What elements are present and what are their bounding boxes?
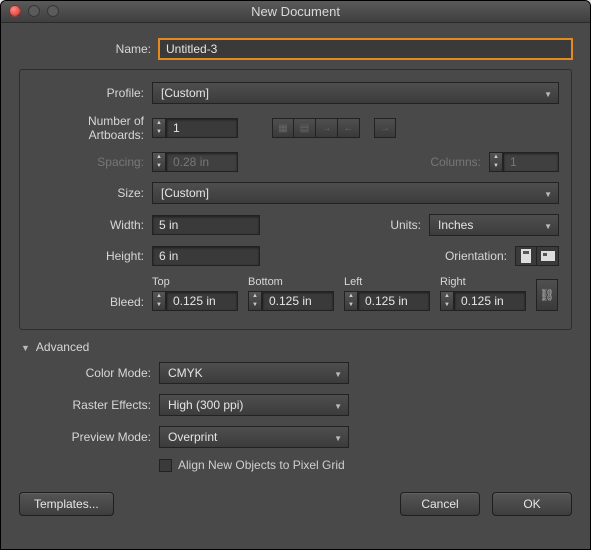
orientation-label: Orientation: xyxy=(445,249,515,263)
units-label: Units: xyxy=(390,218,429,232)
new-document-dialog: New Document Name: Profile: [Custom] Num… xyxy=(0,0,591,550)
chevron-down-icon xyxy=(334,366,342,380)
close-icon[interactable] xyxy=(9,5,21,17)
ok-button[interactable]: OK xyxy=(492,492,572,516)
bleed-left-input[interactable] xyxy=(358,291,430,311)
align-pixel-grid-checkbox[interactable]: Align New Objects to Pixel Grid xyxy=(159,458,345,472)
columns-label: Columns: xyxy=(430,155,489,169)
spacing-stepper: ▲▼ xyxy=(152,152,166,172)
bleed-right-input[interactable] xyxy=(454,291,526,311)
preview-mode-select[interactable]: Overprint xyxy=(159,426,349,448)
size-label: Size: xyxy=(32,186,152,200)
window-title: New Document xyxy=(251,4,340,19)
cancel-button[interactable]: Cancel xyxy=(400,492,480,516)
row-ltr-icon: → xyxy=(316,118,338,138)
titlebar: New Document xyxy=(1,1,590,23)
align-pixel-grid-label: Align New Objects to Pixel Grid xyxy=(178,458,345,472)
orientation-portrait-button[interactable] xyxy=(515,246,537,266)
height-input[interactable] xyxy=(152,246,260,266)
profile-value: [Custom] xyxy=(161,86,209,100)
bleed-left-label: Left xyxy=(344,276,430,288)
templates-button[interactable]: Templates... xyxy=(19,492,114,516)
raster-effects-select[interactable]: High (300 ppi) xyxy=(159,394,349,416)
name-input[interactable] xyxy=(159,39,572,59)
minimize-icon xyxy=(28,5,40,17)
profile-label: Profile: xyxy=(32,86,152,100)
chevron-down-icon xyxy=(544,218,552,232)
arrange-rtl-icon: → xyxy=(374,118,396,138)
bleed-left-stepper[interactable]: ▲▼ xyxy=(344,291,358,311)
width-input[interactable] xyxy=(152,215,260,235)
zoom-icon xyxy=(47,5,59,17)
bleed-top-label: Top xyxy=(152,276,238,288)
triangle-down-icon xyxy=(21,340,30,354)
color-mode-label: Color Mode: xyxy=(19,366,159,380)
checkbox-icon xyxy=(159,459,172,472)
bleed-right-stepper[interactable]: ▲▼ xyxy=(440,291,454,311)
spacing-input xyxy=(166,152,238,172)
bleed-top-stepper[interactable]: ▲▼ xyxy=(152,291,166,311)
bleed-link-icon[interactable]: ⛓ xyxy=(536,279,558,311)
bleed-bottom-stepper[interactable]: ▲▼ xyxy=(248,291,262,311)
spacing-label: Spacing: xyxy=(32,155,152,169)
columns-input xyxy=(503,152,559,172)
size-select[interactable]: [Custom] xyxy=(152,182,559,204)
chevron-down-icon xyxy=(544,186,552,200)
profile-select[interactable]: [Custom] xyxy=(152,82,559,104)
grid-by-row-icon: ▦ xyxy=(272,118,294,138)
bleed-right-label: Right xyxy=(440,276,526,288)
chevron-down-icon xyxy=(334,430,342,444)
height-label: Height: xyxy=(32,249,152,263)
row-rtl-icon: ← xyxy=(338,118,360,138)
color-mode-select[interactable]: CMYK xyxy=(159,362,349,384)
units-value: Inches xyxy=(438,218,473,232)
preview-mode-label: Preview Mode: xyxy=(19,430,159,444)
preview-mode-value: Overprint xyxy=(168,430,217,444)
name-label: Name: xyxy=(19,42,159,56)
bleed-bottom-label: Bottom xyxy=(248,276,334,288)
grid-by-col-icon: ▤ xyxy=(294,118,316,138)
bleed-top-input[interactable] xyxy=(166,291,238,311)
chevron-down-icon xyxy=(544,86,552,100)
artboard-arrange-group: ▦ ▤ → ← xyxy=(272,118,360,138)
advanced-disclosure[interactable]: Advanced xyxy=(21,340,572,354)
bleed-label: Bleed: xyxy=(32,295,152,311)
artboards-label: Number of Artboards: xyxy=(32,114,152,142)
artboards-stepper[interactable]: ▲▼ xyxy=(152,118,166,138)
size-value: [Custom] xyxy=(161,186,209,200)
bleed-bottom-input[interactable] xyxy=(262,291,334,311)
columns-stepper: ▲▼ xyxy=(489,152,503,172)
width-label: Width: xyxy=(32,218,152,232)
units-select[interactable]: Inches xyxy=(429,214,559,236)
color-mode-value: CMYK xyxy=(168,366,203,380)
raster-effects-value: High (300 ppi) xyxy=(168,398,243,412)
orientation-landscape-button[interactable] xyxy=(537,246,559,266)
artboards-input[interactable] xyxy=(166,118,238,138)
chevron-down-icon xyxy=(334,398,342,412)
advanced-header: Advanced xyxy=(36,340,89,354)
raster-effects-label: Raster Effects: xyxy=(19,398,159,412)
